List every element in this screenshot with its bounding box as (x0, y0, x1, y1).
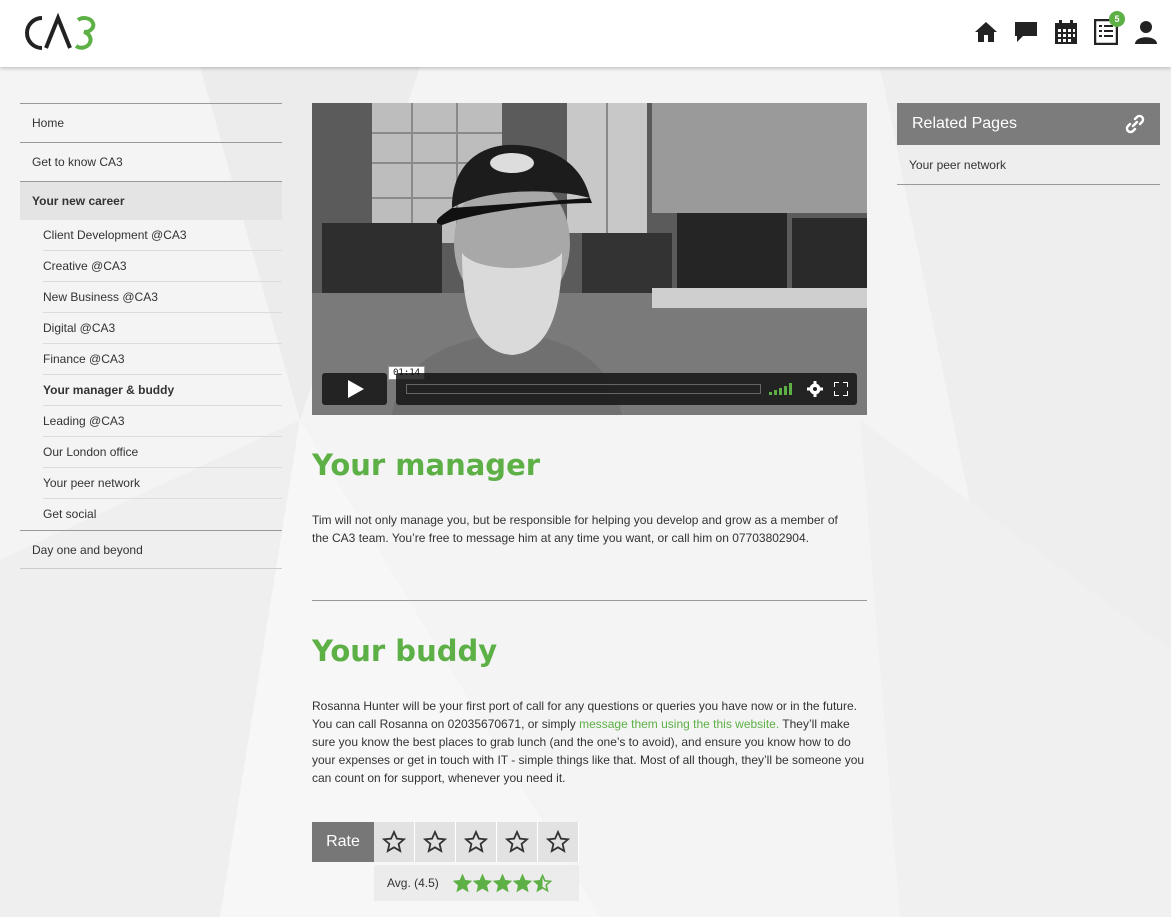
subnav-item-london-office[interactable]: Our London office (43, 437, 282, 468)
subnav-item-creative[interactable]: Creative @CA3 (43, 251, 282, 282)
tasks-badge: 5 (1109, 11, 1125, 27)
rate-star-5[interactable] (538, 822, 579, 862)
star-outline-icon (464, 830, 488, 853)
top-header: 5 (0, 0, 1171, 67)
volume-icon[interactable] (769, 383, 795, 395)
video-progress-bar[interactable] (406, 384, 761, 394)
subnav-item-digital[interactable]: Digital @CA3 (43, 313, 282, 344)
star-half-icon (532, 873, 552, 892)
play-icon (347, 380, 364, 398)
subnav-item-leading[interactable]: Leading @CA3 (43, 406, 282, 437)
nav-item-home[interactable]: Home (20, 103, 282, 142)
star-outline-icon (382, 830, 406, 853)
subnav-item-client-development[interactable]: Client Development @CA3 (43, 220, 282, 251)
video-player[interactable]: 01:14 (312, 103, 867, 415)
star-outline-icon (423, 830, 447, 853)
tasks-icon[interactable]: 5 (1093, 11, 1125, 46)
rate-star-2[interactable] (415, 822, 456, 862)
subnav-item-peer-network[interactable]: Your peer network (43, 468, 282, 499)
calendar-icon[interactable] (1053, 18, 1079, 46)
buddy-text: Rosanna Hunter will be your first port o… (312, 697, 867, 787)
video-controls (322, 373, 857, 405)
manager-text: Tim will not only manage you, but be res… (312, 513, 838, 545)
rating-widget: Rate (312, 822, 579, 862)
fullscreen-icon[interactable] (834, 382, 848, 396)
link-icon (1125, 114, 1145, 134)
related-pages-title: Related Pages (912, 115, 1017, 132)
star-outline-icon (546, 830, 570, 853)
ca3-logo[interactable] (20, 12, 100, 54)
nav-item-get-to-know[interactable]: Get to know CA3 (20, 142, 282, 181)
average-rating-stars (452, 873, 552, 893)
chat-icon[interactable] (1013, 18, 1039, 46)
star-outline-icon (505, 830, 529, 853)
subnav-item-new-business[interactable]: New Business @CA3 (43, 282, 282, 313)
subnav-item-get-social[interactable]: Get social (43, 499, 282, 530)
manager-title: Your manager (312, 448, 541, 482)
related-pages-header: Related Pages (897, 103, 1160, 145)
star-filled-icon (492, 873, 512, 892)
section-divider (312, 600, 867, 601)
nav-item-your-new-career[interactable]: Your new career (20, 181, 282, 220)
rate-star-4[interactable] (497, 822, 538, 862)
nav-item-day-one[interactable]: Day one and beyond (20, 530, 282, 569)
rate-star-3[interactable] (456, 822, 497, 862)
user-icon[interactable] (1133, 18, 1159, 46)
star-filled-icon (452, 873, 472, 892)
message-buddy-link[interactable]: message them using the this website. (579, 717, 779, 731)
subnav-item-manager-buddy[interactable]: Your manager & buddy (43, 375, 282, 406)
settings-gear-icon[interactable] (807, 381, 823, 397)
subnav: Client Development @CA3 Creative @CA3 Ne… (20, 220, 282, 530)
star-filled-icon (512, 873, 532, 892)
rate-star-1[interactable] (374, 822, 415, 862)
related-pages-panel: Related Pages Your peer network (897, 103, 1160, 185)
main-content: 01:14 Y (312, 103, 867, 901)
left-navigation: Home Get to know CA3 Your new career Cli… (20, 103, 282, 569)
star-filled-icon (472, 873, 492, 892)
related-item-peer-network[interactable]: Your peer network (897, 145, 1160, 185)
rate-label: Rate (312, 822, 374, 862)
average-rating: Avg. (4.5) (374, 865, 579, 901)
home-icon[interactable] (973, 18, 999, 46)
average-rating-label: Avg. (4.5) (387, 876, 439, 890)
buddy-title: Your buddy (312, 634, 498, 668)
play-button[interactable] (322, 373, 387, 405)
video-bar (396, 373, 857, 405)
subnav-item-finance[interactable]: Finance @CA3 (43, 344, 282, 375)
